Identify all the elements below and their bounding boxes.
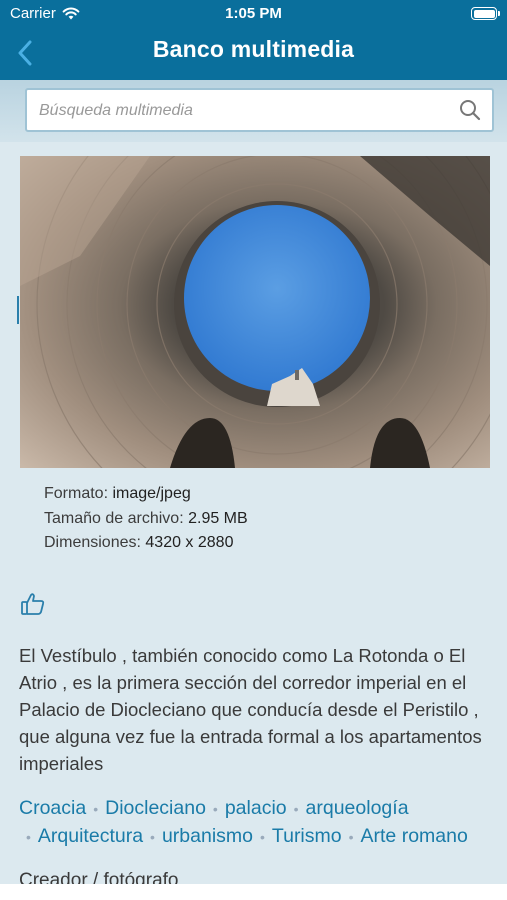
tag-link[interactable]: arqueología <box>306 797 409 819</box>
search-placeholder: Búsqueda multimedia <box>39 102 193 119</box>
scroll-indicator <box>17 296 19 324</box>
media-image[interactable] <box>20 156 490 468</box>
rotunda-photo <box>20 156 490 468</box>
format-row: Formato: image/jpeg <box>44 482 248 507</box>
thumbs-up-icon[interactable] <box>20 592 46 616</box>
tag-separator: • <box>26 829 31 845</box>
nav-header: Carrier 1:05 PM Banco multimedia <box>0 0 507 80</box>
tag-separator: • <box>348 829 354 845</box>
dimensions-label: Dimensiones: <box>44 534 141 551</box>
tag-link[interactable]: Croacia <box>19 797 86 819</box>
size-label: Tamaño de archivo: <box>44 509 184 527</box>
size-value: 2.95 MB <box>188 509 248 527</box>
status-bar: Carrier 1:05 PM <box>0 0 507 28</box>
search-bar-container: Búsqueda multimedia <box>0 80 507 142</box>
format-label: Formato: <box>44 485 109 502</box>
tag-separator: • <box>93 801 99 817</box>
battery-icon <box>471 7 500 20</box>
tag-link[interactable]: palacio <box>225 797 287 819</box>
tag-separator: • <box>260 829 265 845</box>
tag-list: Croacia • Diocleciano • palacio • arqueología … <box>19 795 499 851</box>
tag-separator: • <box>212 801 218 817</box>
tag-link[interactable]: urbanismo <box>162 825 253 847</box>
clock: 1:05 PM <box>225 5 282 22</box>
tag-separator: • <box>150 829 155 845</box>
tag-separator: • <box>293 801 299 817</box>
search-input[interactable]: Búsqueda multimedia <box>25 88 494 132</box>
page-title: Banco multimedia <box>152 36 355 62</box>
dimensions-value: 4320 x 2880 <box>145 534 234 551</box>
media-description: El Vestíbulo , también conocido como La … <box>19 645 482 774</box>
bottom-edge <box>0 884 507 900</box>
size-row: Tamaño de archivo: 2.95 MB <box>44 507 248 532</box>
format-value: image/jpeg <box>112 485 191 502</box>
tag-link[interactable]: Diocleciano <box>105 797 206 819</box>
dimensions-row: Dimensiones: 4320 x 2880 <box>44 531 248 556</box>
tag-link[interactable]: Arquitectura <box>38 825 143 847</box>
search-icon[interactable] <box>458 98 482 122</box>
tag-link[interactable]: Arte romano <box>361 825 468 847</box>
tag-link[interactable]: Turismo <box>272 825 342 847</box>
media-metadata: Formato: image/jpeg Tamaño de archivo: 2… <box>44 482 248 556</box>
